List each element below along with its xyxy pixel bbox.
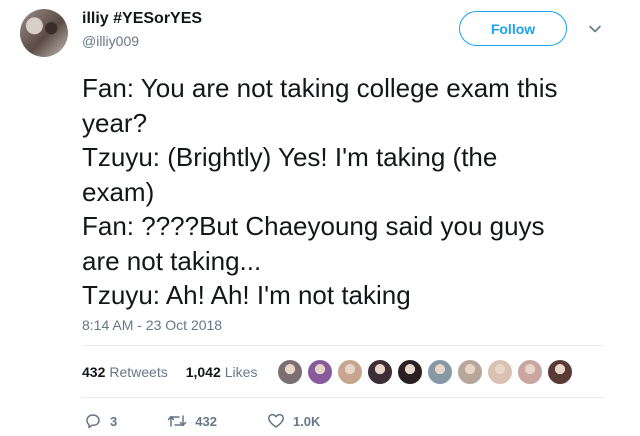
liker-avatar[interactable]: [397, 359, 423, 385]
liker-avatar[interactable]: [547, 359, 573, 385]
tweet-text: Fan: You are not taking college exam thi…: [82, 73, 558, 310]
follow-button[interactable]: Follow: [459, 11, 567, 46]
liker-avatar[interactable]: [307, 359, 333, 385]
likes-count: 1,042: [185, 364, 221, 380]
liker-avatars: [277, 359, 577, 385]
tweet-card: illiy #YESorYES @illiy009 Follow Fan: Yo…: [0, 0, 640, 436]
reply-count: 3: [110, 413, 118, 429]
retweet-button[interactable]: 432: [167, 412, 217, 430]
retweet-icon: [167, 412, 187, 430]
likes-stat[interactable]: 1,042 Likes: [186, 364, 258, 380]
display-name[interactable]: illiy #YESorYES: [82, 10, 202, 28]
liker-avatar[interactable]: [457, 359, 483, 385]
liker-avatar[interactable]: [277, 359, 303, 385]
like-button[interactable]: 1.0K: [267, 412, 320, 430]
retweet-count: 432: [195, 413, 217, 429]
reply-icon: [84, 412, 102, 430]
engagement-stats: 432 Retweets 1,042 Likes: [82, 364, 271, 380]
like-count: 1.0K: [292, 413, 321, 429]
heart-icon: [267, 412, 285, 430]
retweets-stat[interactable]: 432 Retweets: [82, 364, 168, 380]
retweets-label: Retweets: [109, 364, 168, 380]
likes-label: Likes: [224, 364, 258, 380]
reply-button[interactable]: 3: [84, 412, 117, 430]
liker-avatar[interactable]: [367, 359, 393, 385]
liker-avatar[interactable]: [337, 359, 363, 385]
user-handle[interactable]: @illiy009: [82, 33, 139, 49]
liker-avatar[interactable]: [427, 359, 453, 385]
timestamp[interactable]: 8:14 AM - 23 Oct 2018: [82, 317, 222, 333]
tweet-actions: 3 432 1.0K: [84, 412, 370, 430]
divider: [82, 397, 604, 398]
divider: [82, 345, 604, 346]
avatar[interactable]: [20, 9, 68, 57]
retweets-count: 432: [82, 364, 106, 380]
chevron-down-icon[interactable]: [588, 22, 602, 36]
liker-avatar[interactable]: [487, 359, 513, 385]
liker-avatar[interactable]: [517, 359, 543, 385]
